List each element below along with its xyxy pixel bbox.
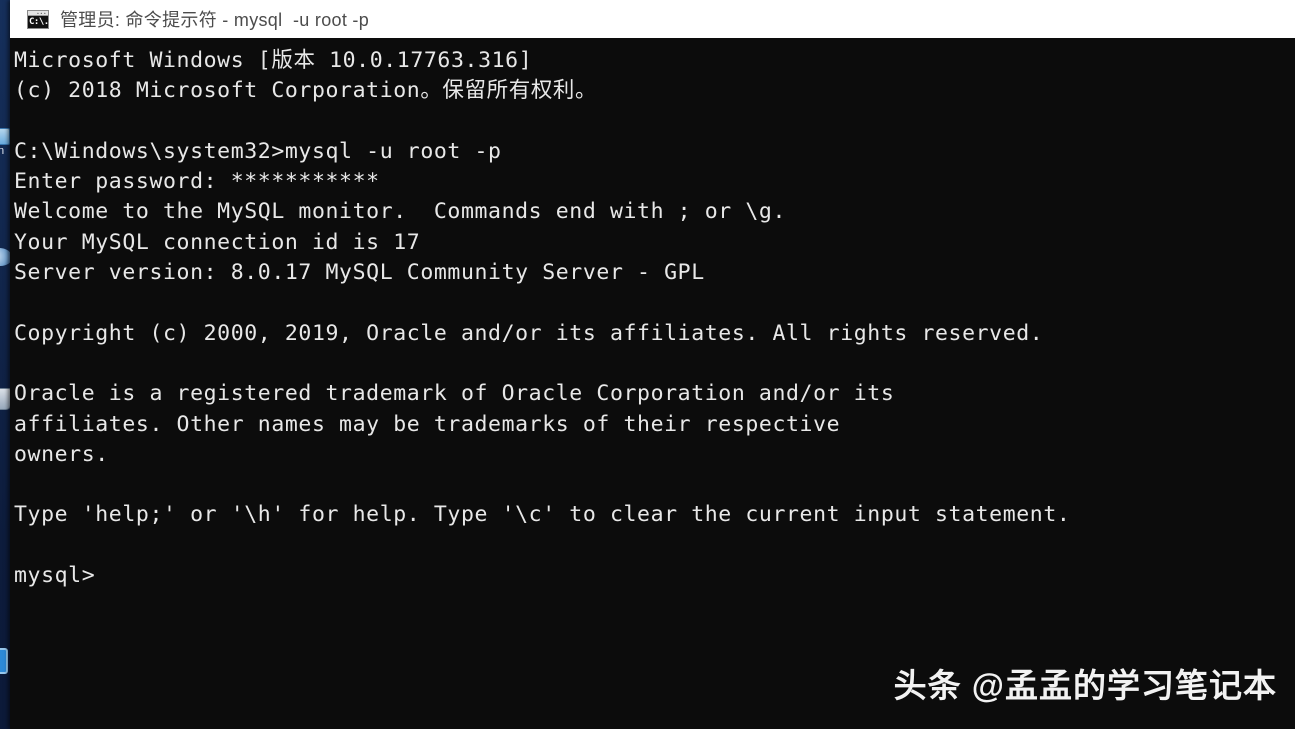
app-shortcut-icon [0,648,8,674]
terminal-line: Oracle is a registered trademark of Orac… [14,381,895,407]
terminal-line: Your MySQL connection id is 17 [14,229,421,255]
terminal-line: affiliates. Other names may be trademark… [14,411,841,437]
computer-icon [0,128,10,145]
command-prompt-window[interactable]: ••• C:\. 管理员: 命令提示符 - mysql -u root -p M… [10,0,1295,729]
terminal-line: Type 'help;' or '\h' for help. Type '\c'… [14,502,1071,528]
terminal-output-area[interactable]: Microsoft Windows [版本 10.0.17763.316] (c)… [10,38,1295,729]
terminal-line: Server version: 8.0.17 MySQL Community S… [14,260,705,286]
window-title: 管理员: 命令提示符 - mysql -u root -p [60,10,370,30]
watermark-text: 头条 @孟孟的学习笔记本 [893,667,1277,704]
terminal-line: Microsoft Windows [版本 10.0.17763.316] [14,48,533,73]
terminal-line: (c) 2018 Microsoft Corporation。保留所有权利。 [14,78,598,104]
terminal-line: Enter password: *********** [14,169,380,195]
terminal-line: mysql> [14,563,96,589]
console-icon: ••• C:\. [27,9,49,29]
terminal-line: owners. [14,441,109,467]
recycle-bin-icon [0,388,11,410]
terminal-line: C:\Windows\system32>mysql -u root -p [14,138,502,164]
window-title-bar[interactable]: ••• C:\. 管理员: 命令提示符 - mysql -u root -p [10,0,1295,38]
console-icon-text: C:\. [28,15,49,28]
terminal-line: Copyright (c) 2000, 2019, Oracle and/or … [14,320,1044,346]
terminal-line: Welcome to the MySQL monitor. Commands e… [14,199,787,225]
